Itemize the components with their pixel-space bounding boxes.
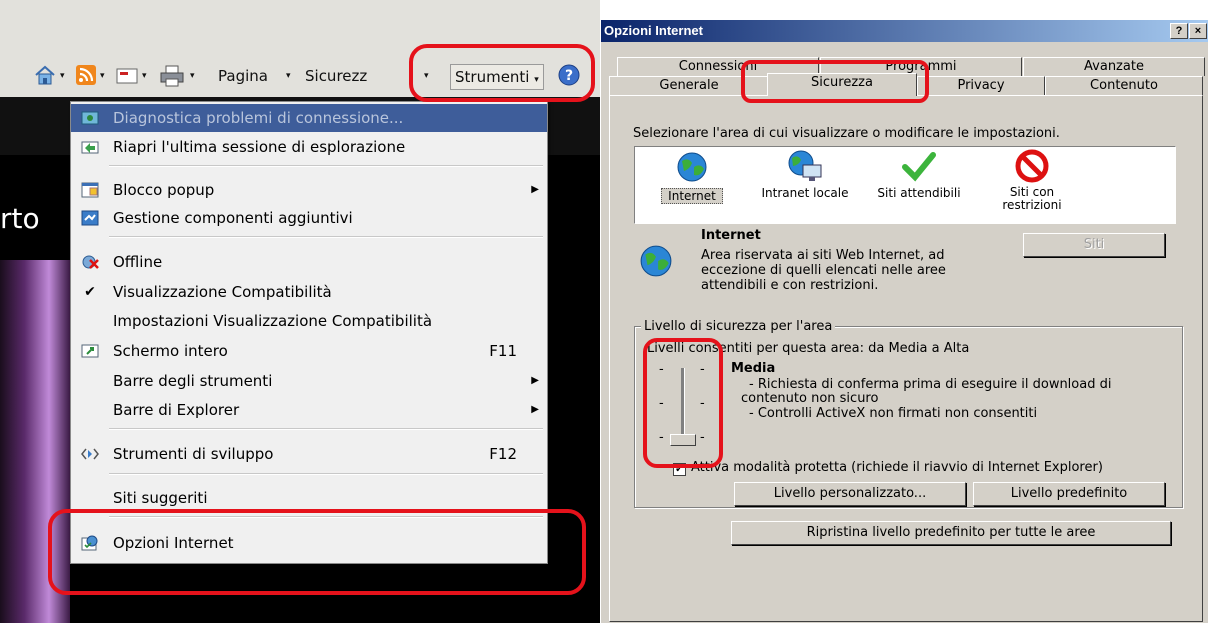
home-dropdown-arrow[interactable]: ▾ [60, 66, 65, 86]
zone-info-line: eccezione di quelli elencati nelle aree [701, 263, 946, 278]
sites-button[interactable]: Siti [1023, 233, 1165, 257]
menu-item-shortcut: F12 [489, 445, 517, 463]
close-button[interactable]: × [1189, 23, 1207, 39]
internet-options-dialog: Opzioni Internet ? × Connessioni Program… [600, 20, 1208, 623]
tab-privacy[interactable]: Privacy [917, 76, 1045, 95]
zone-restricted-sites[interactable]: Siti con restrizioni [987, 149, 1077, 212]
globe-icon [677, 152, 707, 182]
checkmark-icon: ✔ [84, 284, 96, 300]
menu-item-label: Schermo intero [113, 342, 228, 360]
menu-item-label: Impostazioni Visualizzazione Compatibili… [113, 312, 433, 330]
highlight-annotation [48, 509, 586, 595]
default-level-button[interactable]: Livello predefinito [973, 482, 1165, 506]
help-button[interactable]: ? [1170, 23, 1188, 39]
rss-dropdown-arrow[interactable]: ▾ [100, 66, 105, 86]
menu-item-explorer-bars[interactable]: Barre di Explorer ▶ [71, 396, 547, 424]
print-dropdown-arrow[interactable]: ▾ [190, 66, 195, 86]
menu-item-compatibility-settings[interactable]: Impostazioni Visualizzazione Compatibili… [71, 307, 547, 335]
custom-level-button[interactable]: Livello personalizzato... [734, 482, 966, 506]
zone-label: Intranet locale [761, 186, 849, 200]
reset-all-zones-button[interactable]: Ripristina livello predefinito per tutte… [731, 521, 1171, 545]
fullscreen-icon [81, 344, 99, 358]
zone-label: Siti attendibili [877, 186, 961, 200]
zone-local-intranet[interactable]: Intranet locale [749, 149, 861, 200]
protected-mode-label: Attiva modalità protetta (richiede il ri… [691, 460, 1103, 475]
security-level-group-label: Livello di sicurezza per l'area [641, 319, 836, 334]
menu-item-label: Riapri l'ultima sessione di esplorazione [113, 138, 406, 156]
menu-item-suggested-sites[interactable]: Siti suggeriti [71, 484, 547, 512]
reopen-session-icon [81, 141, 99, 154]
ie-window: rto ▾ ▾ ▾ ▾ Pagina ▾ Sicurezz ▾ Strument… [0, 0, 600, 623]
dialog-title: Opzioni Internet [604, 23, 703, 38]
offline-icon [82, 255, 99, 269]
zone-info-line: Area riservata ai siti Web Internet, ad [701, 248, 945, 263]
mail-icon[interactable] [116, 68, 138, 84]
security-level-name: Media [731, 361, 776, 376]
safety-menu-button[interactable]: Sicurezz [305, 66, 367, 86]
menu-item-label: Strumenti di sviluppo [113, 445, 274, 463]
network-diagnostic-icon [81, 111, 99, 125]
highlight-annotation [643, 338, 723, 468]
submenu-arrow-icon: ▶ [531, 184, 539, 195]
menu-item-compatibility-view[interactable]: ✔ Visualizzazione Compatibilità [71, 278, 547, 306]
menu-item-manage-addons[interactable]: Gestione componenti aggiuntivi [71, 204, 547, 232]
mail-dropdown-arrow[interactable]: ▾ [142, 66, 147, 86]
zone-label: Siti con restrizioni [1002, 185, 1062, 212]
page-menu-button[interactable]: Pagina [218, 66, 268, 86]
restricted-icon [1015, 149, 1049, 183]
menu-item-label: Barre degli strumenti [113, 372, 273, 390]
developer-tools-icon [81, 448, 99, 460]
page-dropdown-arrow[interactable]: ▾ [286, 66, 291, 86]
tab-avanzate[interactable]: Avanzate [1023, 57, 1205, 76]
menu-item-reopen-session[interactable]: Riapri l'ultima sessione di esplorazione [71, 133, 547, 161]
menu-item-toolbars[interactable]: Barre degli strumenti ▶ [71, 367, 547, 395]
menu-item-label: Offline [113, 253, 163, 271]
tab-sicurezza[interactable]: Sicurezza [767, 73, 917, 96]
menu-item-label: Gestione componenti aggiuntivi [113, 209, 353, 227]
tab-contenuto[interactable]: Contenuto [1045, 76, 1203, 95]
zone-info-title: Internet [701, 228, 761, 243]
print-icon[interactable] [160, 65, 184, 87]
title-bar: Opzioni Internet ? × [601, 20, 1208, 42]
rss-feed-icon[interactable] [76, 65, 96, 85]
menu-item-label: Siti suggeriti [113, 489, 208, 507]
highlight-annotation [409, 44, 595, 102]
checkmark-icon [902, 152, 936, 182]
zone-internet[interactable]: Internet [653, 151, 731, 204]
globe-icon [640, 245, 672, 277]
menu-item-label: Visualizzazione Compatibilità [113, 283, 332, 301]
submenu-arrow-icon: ▶ [531, 375, 539, 386]
security-level-description: - Richiesta di conferma prima di eseguir… [749, 377, 1112, 392]
menu-item-label: Blocco popup [113, 181, 215, 199]
popup-blocker-icon [81, 182, 99, 198]
menu-item-offline[interactable]: Offline [71, 248, 547, 276]
submenu-arrow-icon: ▶ [531, 404, 539, 415]
security-level-description: contenuto non sicuro [741, 391, 879, 406]
page-text-fragment: rto [0, 202, 40, 235]
home-icon[interactable] [34, 64, 56, 86]
zone-instruction: Selezionare l'area di cui visualizzare o… [633, 126, 1060, 141]
menu-item-connection-diagnostics[interactable]: Diagnostica problemi di connessione... [71, 104, 547, 132]
menu-item-label: Diagnostica problemi di connessione... [113, 109, 404, 127]
zone-list: Internet Intranet locale Siti attendibil… [634, 146, 1176, 224]
tools-menu: Diagnostica problemi di connessione... R… [70, 101, 548, 564]
menu-item-shortcut: F11 [489, 342, 517, 360]
menu-item-full-screen[interactable]: Schermo intero F11 [71, 337, 547, 365]
menu-separator [109, 473, 543, 475]
security-level-description: - Controlli ActiveX non firmati non cons… [749, 406, 1038, 421]
menu-item-developer-tools[interactable]: Strumenti di sviluppo F12 [71, 440, 547, 468]
menu-item-popup-blocker[interactable]: Blocco popup ▶ [71, 176, 547, 204]
menu-item-label: Barre di Explorer [113, 401, 240, 419]
zone-info-line: attendibili e con restrizioni. [701, 278, 879, 293]
intranet-icon [788, 150, 822, 181]
addons-icon [81, 210, 99, 226]
menu-separator [109, 428, 543, 430]
zone-label: Internet [661, 188, 723, 204]
menu-separator [109, 165, 543, 167]
zone-trusted-sites[interactable]: Siti attendibili [869, 149, 969, 200]
menu-separator [109, 236, 543, 238]
